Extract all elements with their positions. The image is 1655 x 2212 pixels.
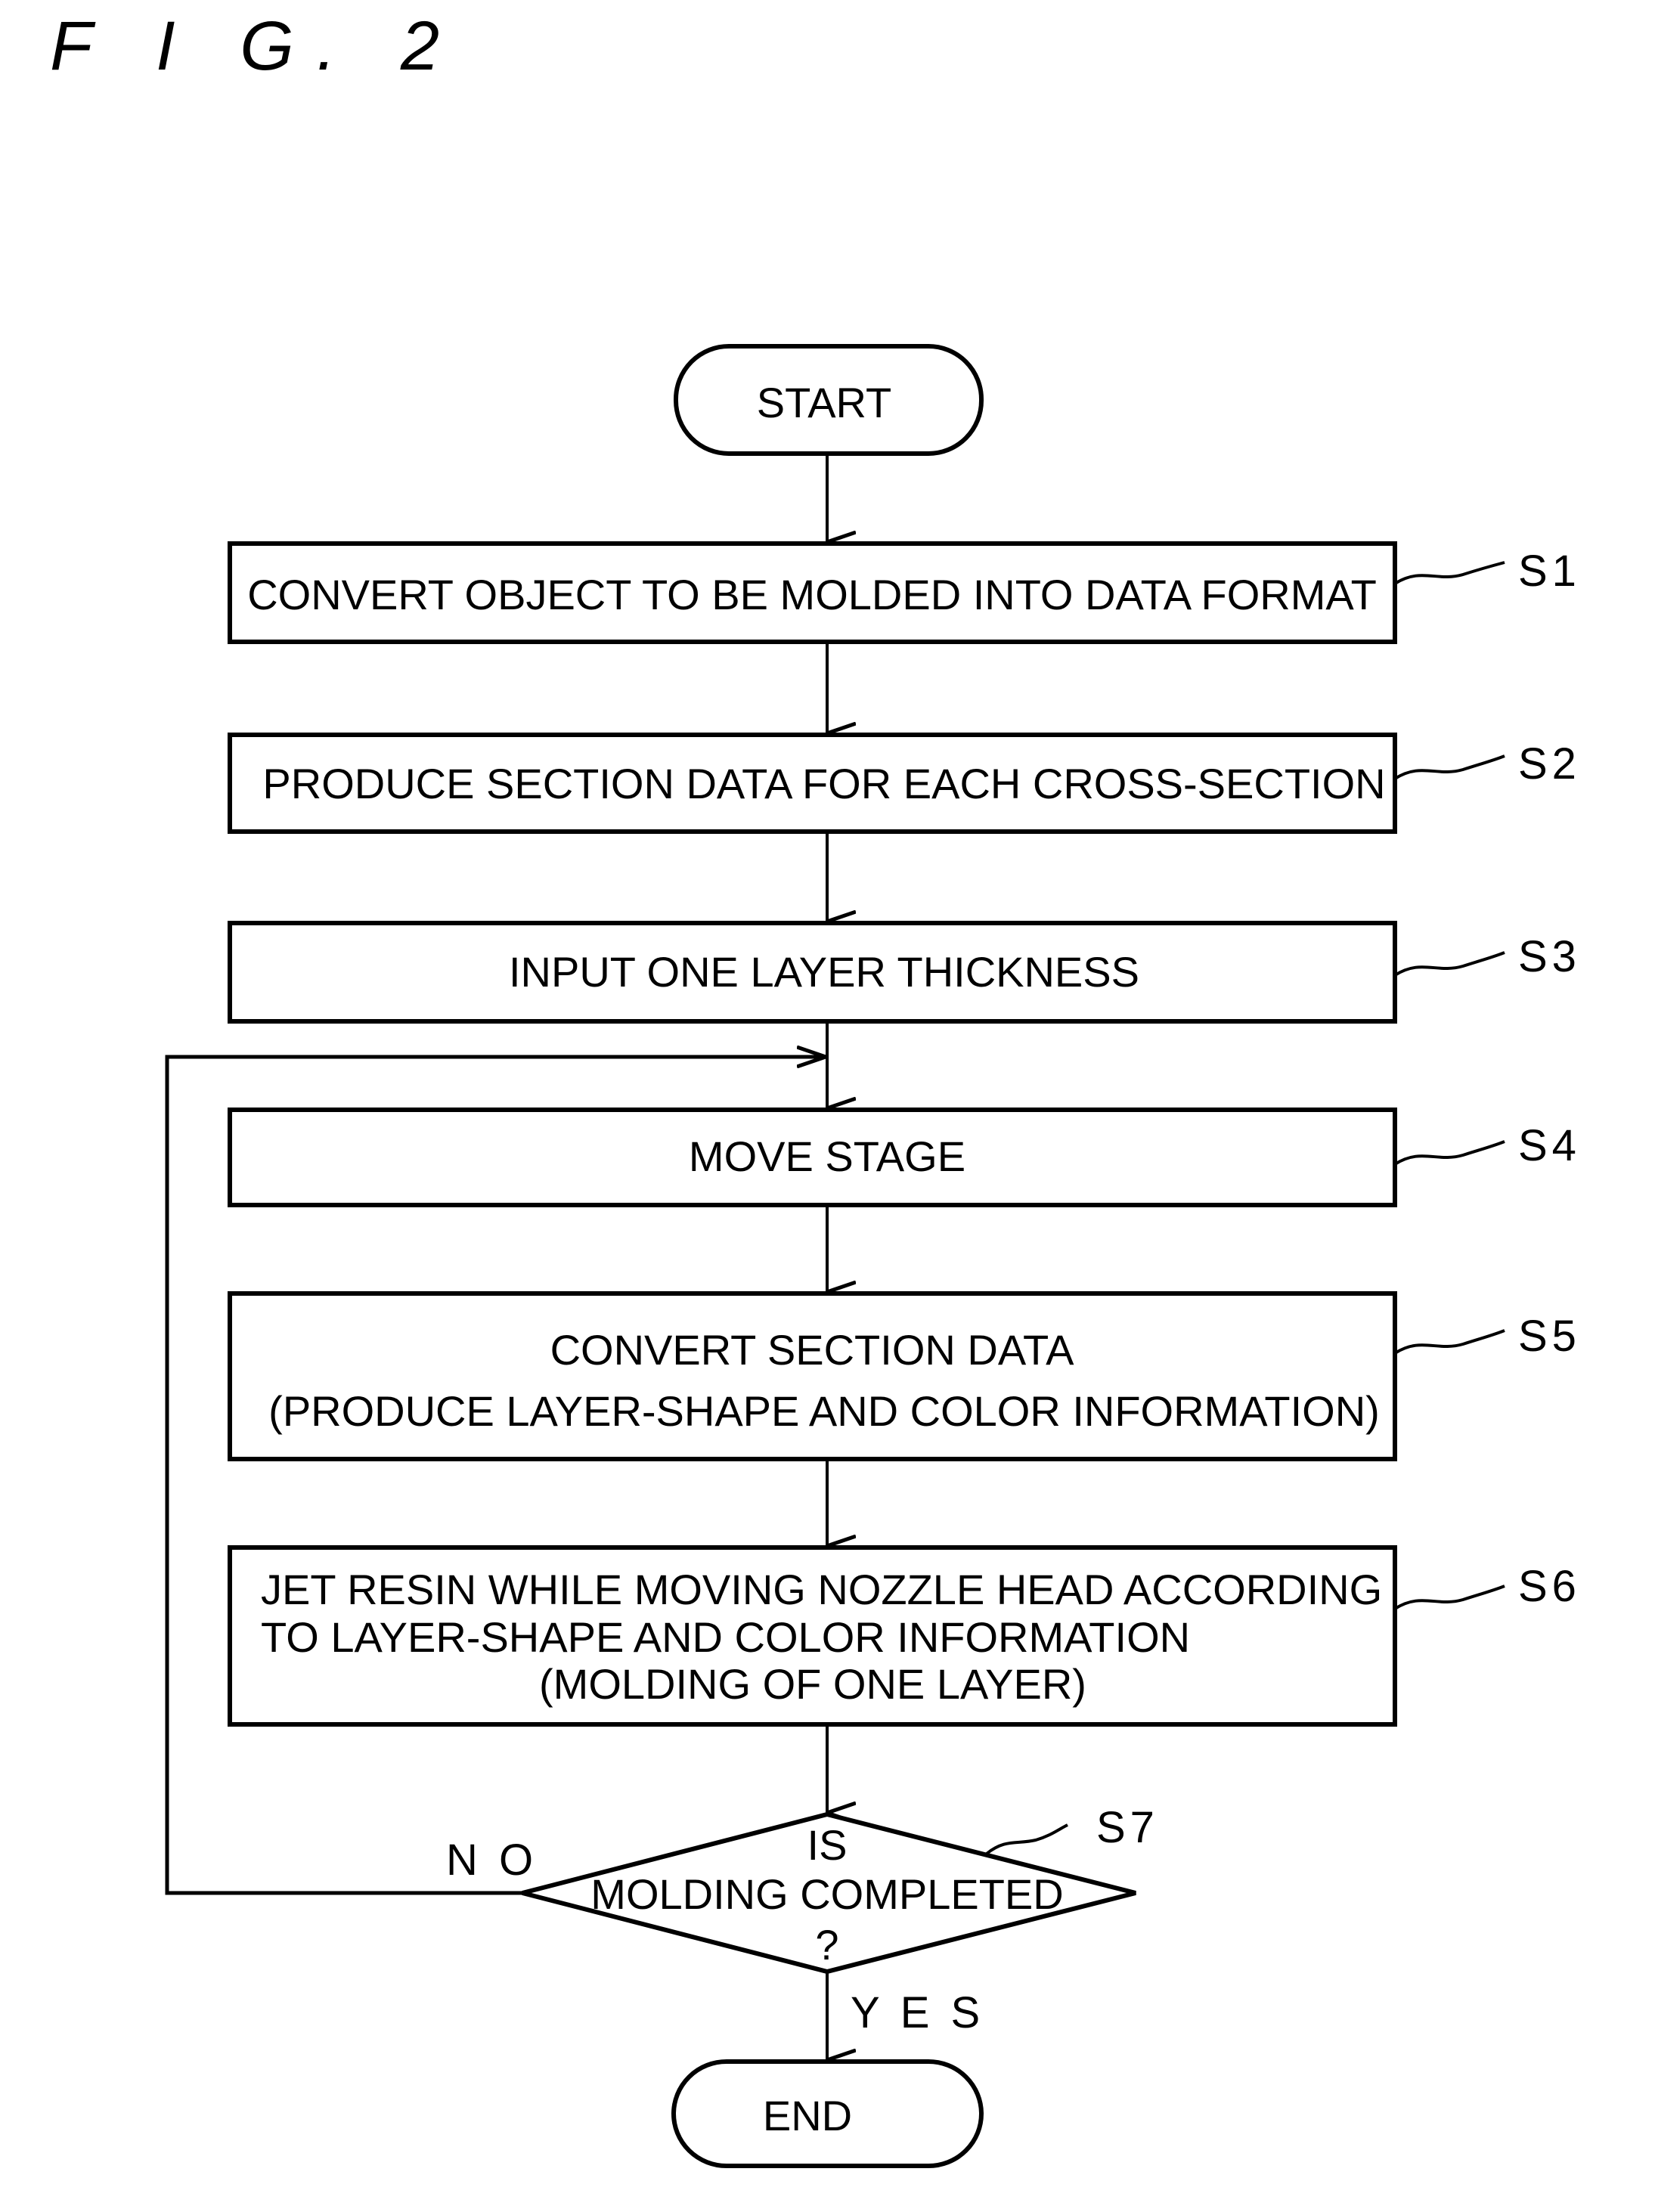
step-s2-text: PRODUCE SECTION DATA FOR EACH CROSS-SECT… xyxy=(262,760,1385,807)
leader-line xyxy=(1393,754,1505,780)
step-s3: INPUT ONE LAYER THICKNESS S3 xyxy=(228,921,1581,1024)
leader-line xyxy=(1393,1585,1505,1610)
flowchart: F I G. 2 START CONVERT OBJECT TO BE MOLD… xyxy=(50,8,1581,2168)
step-s3-text: INPUT ONE LAYER THICKNESS xyxy=(509,948,1139,996)
no-label: N O xyxy=(446,1836,538,1885)
leader-line xyxy=(1393,951,1505,977)
leader-line xyxy=(1393,1140,1505,1166)
step-s6: JET RESIN WHILE MOVING NOZZLE HEAD ACCOR… xyxy=(228,1545,1581,1727)
step-s1: CONVERT OBJECT TO BE MOLDED INTO DATA FO… xyxy=(228,541,1581,644)
step-s4-text: MOVE STAGE xyxy=(689,1132,965,1180)
step-s4-id: S4 xyxy=(1518,1121,1581,1170)
step-s6-id: S6 xyxy=(1518,1562,1581,1611)
decision-text-line-2: MOLDING COMPLETED xyxy=(590,1870,1063,1918)
step-s3-id: S3 xyxy=(1518,932,1581,981)
step-s1-text: CONVERT OBJECT TO BE MOLDED INTO DATA FO… xyxy=(247,571,1377,618)
start-label: START xyxy=(757,379,891,426)
decision-id: S7 xyxy=(1096,1803,1159,1852)
start-terminal: START xyxy=(674,344,984,456)
step-s4: MOVE STAGE S4 xyxy=(228,1108,1581,1207)
decision-s7: IS MOLDING COMPLETED ? S7 N O Y E S xyxy=(446,1803,1159,2037)
decision-text-line-1: IS xyxy=(807,1821,848,1869)
step-s5-text-line-1: CONVERT SECTION DATA xyxy=(550,1326,1074,1374)
step-s2-id: S2 xyxy=(1518,739,1581,788)
step-s6-text-line-2: TO LAYER-SHAPE AND COLOR INFORMATION xyxy=(261,1613,1190,1661)
figure-label: F I G. 2 xyxy=(50,8,462,85)
step-s5-id: S5 xyxy=(1518,1312,1581,1361)
end-label: END xyxy=(763,2092,852,2139)
step-s6-text-line-3: (MOLDING OF ONE LAYER) xyxy=(539,1660,1086,1708)
step-s2: PRODUCE SECTION DATA FOR EACH CROSS-SECT… xyxy=(228,733,1581,834)
step-s1-id: S1 xyxy=(1518,547,1581,596)
step-s5: CONVERT SECTION DATA (PRODUCE LAYER-SHAP… xyxy=(228,1291,1581,1461)
leader-line xyxy=(985,1823,1068,1855)
step-s5-text-line-2: (PRODUCE LAYER-SHAPE AND COLOR INFORMATI… xyxy=(268,1387,1380,1435)
yes-label: Y E S xyxy=(851,1988,984,2037)
leader-line xyxy=(1393,1329,1505,1355)
step-s6-text-line-1: JET RESIN WHILE MOVING NOZZLE HEAD ACCOR… xyxy=(261,1566,1382,1613)
leader-line xyxy=(1393,561,1505,585)
end-terminal: END xyxy=(671,2059,984,2168)
decision-text-line-3: ? xyxy=(815,1921,838,1969)
